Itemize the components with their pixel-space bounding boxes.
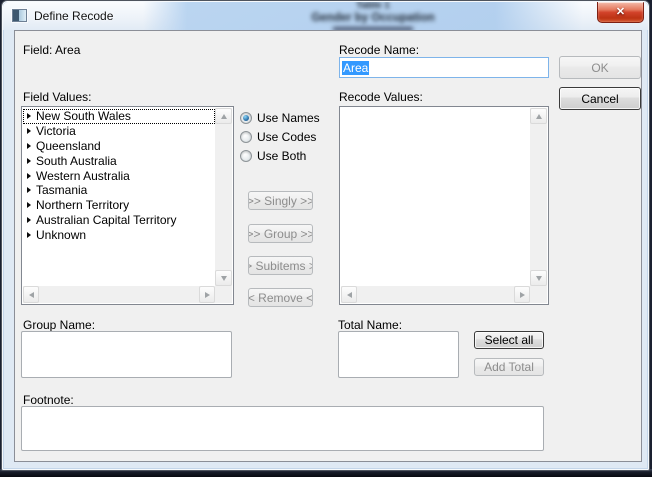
cancel-button[interactable]: Cancel [559, 87, 641, 110]
recode-name-input[interactable]: Area [339, 57, 549, 78]
radio-label: Use Both [257, 149, 306, 163]
radio-use-both[interactable]: Use Both [240, 146, 320, 165]
selected-text: Area [342, 61, 369, 75]
close-button[interactable]: ✕ [597, 2, 644, 23]
dialog-client-area: Field: Area Recode Name: Area OK Cancel … [14, 30, 642, 462]
expand-triangle-icon[interactable] [27, 202, 31, 208]
field-values-label: Field Values: [23, 90, 91, 104]
subitems-button[interactable]: > Subitems > [248, 256, 313, 275]
scroll-up-button[interactable] [530, 108, 547, 124]
add-total-button[interactable]: Add Total [474, 358, 544, 376]
select-all-button[interactable]: Select all [474, 331, 544, 349]
close-icon: ✕ [616, 7, 625, 18]
arrow-left-icon [347, 292, 352, 298]
field-values-horizontal-scrollbar[interactable] [23, 286, 215, 303]
field-value-label: Victoria [36, 124, 76, 138]
field-value-label: Unknown [36, 228, 86, 242]
scroll-right-button[interactable] [199, 286, 215, 303]
expand-triangle-icon[interactable] [27, 232, 31, 238]
radio-icon [240, 150, 252, 162]
field-value-label: Northern Territory [36, 198, 129, 212]
radio-dot-icon [243, 115, 249, 121]
arrow-right-icon [205, 292, 210, 298]
footnote-label: Footnote: [23, 393, 74, 407]
radio-use-codes[interactable]: Use Codes [240, 127, 320, 146]
use-names-codes-radio-group: Use Names Use Codes Use Both [240, 108, 320, 165]
arrow-right-icon [520, 292, 525, 298]
group-name-label: Group Name: [23, 318, 95, 332]
scroll-down-button[interactable] [215, 270, 232, 286]
field-value-label: Western Australia [36, 169, 130, 183]
group-name-input[interactable] [21, 331, 232, 378]
scroll-right-button[interactable] [514, 286, 530, 303]
field-value-item[interactable]: New South Wales [23, 109, 215, 124]
expand-triangle-icon[interactable] [27, 158, 31, 164]
expand-triangle-icon[interactable] [27, 187, 31, 193]
footnote-input[interactable] [21, 406, 544, 451]
field-value-label: Tasmania [36, 183, 87, 197]
field-value-item[interactable]: Western Australia [23, 168, 215, 183]
field-value-label: Australian Capital Territory [36, 213, 177, 227]
scroll-up-button[interactable] [215, 108, 232, 124]
singly-button[interactable]: >> Singly >> [248, 191, 313, 210]
recode-values-label: Recode Values: [339, 90, 423, 104]
ok-button[interactable]: OK [559, 56, 641, 79]
radio-icon [240, 131, 252, 143]
arrow-up-icon [536, 114, 542, 119]
expand-triangle-icon[interactable] [27, 113, 31, 119]
expand-triangle-icon[interactable] [27, 128, 31, 134]
recode-name-label: Recode Name: [339, 43, 419, 57]
field-value-label: South Australia [36, 154, 117, 168]
app-icon [12, 9, 27, 22]
remove-button[interactable]: << Remove << [248, 288, 313, 307]
arrow-down-icon [221, 276, 227, 281]
arrow-down-icon [536, 276, 542, 281]
total-name-label: Total Name: [338, 318, 402, 332]
field-value-item[interactable]: Australian Capital Territory [23, 213, 215, 228]
titlebar[interactable]: Table 1 Gender by Occupation Define Reco… [3, 2, 648, 30]
scroll-left-button[interactable] [341, 286, 357, 303]
field-value-item[interactable]: Victoria [23, 124, 215, 139]
expand-triangle-icon[interactable] [27, 143, 31, 149]
expand-triangle-icon[interactable] [27, 217, 31, 223]
field-value-item[interactable]: Tasmania [23, 183, 215, 198]
window-title: Define Recode [34, 9, 113, 23]
field-value-item[interactable]: Queensland [23, 139, 215, 154]
recode-values-horizontal-scrollbar[interactable] [341, 286, 530, 303]
group-button[interactable]: >> Group >> [248, 224, 313, 243]
scroll-down-button[interactable] [530, 270, 547, 286]
field-value-label: New South Wales [36, 109, 131, 123]
field-label: Field: Area [23, 43, 80, 57]
radio-label: Use Names [257, 111, 320, 125]
field-values-vertical-scrollbar[interactable] [215, 108, 232, 286]
define-recode-dialog: Table 1 Gender by Occupation Define Reco… [1, 0, 650, 471]
radio-label: Use Codes [257, 130, 316, 144]
recode-values-vertical-scrollbar[interactable] [530, 108, 547, 286]
screen: Table 1 Gender by Occupation Define Reco… [0, 0, 652, 477]
arrow-up-icon [221, 114, 227, 119]
field-value-item[interactable]: Northern Territory [23, 198, 215, 213]
field-value-item[interactable]: Unknown [23, 227, 215, 242]
arrow-left-icon [29, 292, 34, 298]
scrollbar-corner [530, 286, 547, 303]
radio-icon [240, 112, 252, 124]
recode-values-items [341, 108, 530, 286]
field-value-item[interactable]: South Australia [23, 153, 215, 168]
field-value-label: Queensland [36, 139, 101, 153]
field-values-items: New South Wales Victoria Queensland [23, 108, 215, 286]
radio-use-names[interactable]: Use Names [240, 108, 320, 127]
expand-triangle-icon[interactable] [27, 173, 31, 179]
glass-tint [143, 2, 583, 30]
total-name-input[interactable] [338, 331, 459, 378]
field-values-list[interactable]: New South Wales Victoria Queensland [21, 106, 234, 305]
scrollbar-corner [215, 286, 232, 303]
scroll-left-button[interactable] [23, 286, 39, 303]
recode-values-list[interactable] [339, 106, 549, 305]
